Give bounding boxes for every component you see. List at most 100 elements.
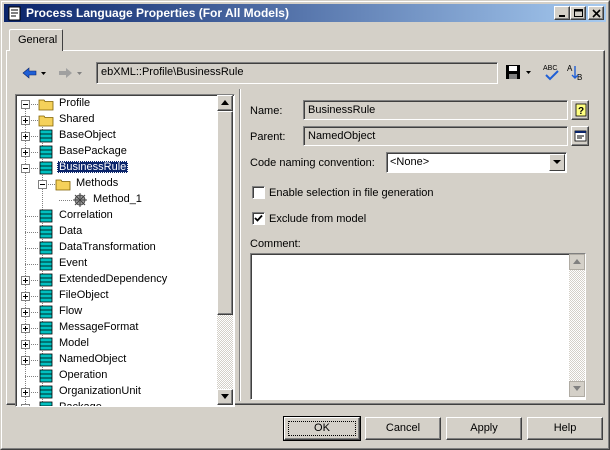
- svg-text:ABC: ABC: [543, 65, 557, 72]
- tree-item[interactable]: Shared: [16, 112, 216, 128]
- tree-item-label: FileObject: [59, 289, 109, 301]
- object-path-field[interactable]: ebXML::Profile\BusinessRule: [96, 62, 498, 84]
- code-naming-label: Code naming convention:: [250, 157, 375, 169]
- tree-scrollbar[interactable]: [217, 95, 233, 405]
- metaclass-icon: [39, 241, 53, 255]
- tree-item-label: DataTransformation: [59, 241, 156, 253]
- expand-icon[interactable]: [21, 148, 30, 157]
- ok-button[interactable]: OK: [283, 416, 361, 441]
- comment-scrollbar[interactable]: [569, 254, 585, 397]
- profile-tree[interactable]: Profile Shared BaseObject BasePackage Busine…: [15, 94, 235, 407]
- tree-item[interactable]: Event: [16, 256, 216, 272]
- folder-icon: [38, 99, 54, 111]
- tree-connector: [25, 216, 38, 217]
- tree-item-label: BasePackage: [59, 145, 127, 157]
- expand-icon[interactable]: [21, 404, 30, 406]
- tree-item[interactable]: DataTransformation: [16, 240, 216, 256]
- tree-item-label: Operation: [59, 369, 108, 381]
- collapse-icon[interactable]: [21, 100, 30, 109]
- expand-icon[interactable]: [21, 356, 30, 365]
- tree-item-label: MessageFormat: [59, 321, 139, 333]
- tree-item[interactable]: BusinessRule: [16, 160, 216, 176]
- tree-scroll-down[interactable]: [217, 389, 233, 405]
- properties-icon: [574, 130, 587, 142]
- spell-check-icon: ABC: [543, 65, 559, 81]
- metaclass-icon: [39, 273, 53, 287]
- expand-icon[interactable]: [21, 132, 30, 141]
- save-button[interactable]: [505, 64, 535, 82]
- cancel-button[interactable]: Cancel: [365, 417, 441, 440]
- tree-scroll-up[interactable]: [217, 95, 233, 111]
- metaclass-icon: [39, 289, 53, 303]
- tree-item[interactable]: Data: [16, 224, 216, 240]
- tree-item[interactable]: Package: [16, 400, 216, 406]
- tree-item-label: Method_1: [93, 193, 142, 205]
- spell-check-button[interactable]: ABC: [542, 63, 562, 81]
- name-info-button[interactable]: ?: [571, 100, 589, 120]
- collapse-icon[interactable]: [21, 164, 30, 173]
- tree-item[interactable]: BaseObject: [16, 128, 216, 144]
- close-icon: [592, 9, 601, 18]
- parent-properties-button[interactable]: [571, 126, 589, 146]
- sort-button[interactable]: A B: [566, 63, 588, 82]
- arrow-down-icon: [221, 394, 229, 399]
- tree-item-label: BusinessRule: [57, 161, 129, 173]
- help-button[interactable]: Help: [527, 417, 603, 440]
- tree-item[interactable]: OrganizationUnit: [16, 384, 216, 400]
- tree-item[interactable]: Methods: [16, 176, 216, 192]
- tree-item[interactable]: NamedObject: [16, 352, 216, 368]
- expand-icon[interactable]: [21, 116, 30, 125]
- comment-scroll-up[interactable]: [569, 254, 585, 270]
- tree-item-label: BaseObject: [59, 129, 116, 141]
- parent-field[interactable]: NamedObject: [303, 126, 568, 146]
- close-button[interactable]: [588, 6, 604, 20]
- tree-connector: [25, 376, 38, 377]
- comment-scroll-down[interactable]: [569, 381, 585, 397]
- collapse-icon[interactable]: [38, 180, 47, 189]
- enable-selection-checkbox[interactable]: [252, 186, 265, 199]
- tree-item[interactable]: Method_1: [16, 192, 216, 208]
- tree-item-label: OrganizationUnit: [59, 385, 141, 397]
- expand-icon[interactable]: [21, 308, 30, 317]
- svg-text:A: A: [567, 64, 573, 73]
- name-field[interactable]: BusinessRule: [303, 100, 568, 120]
- metaclass-icon: [39, 257, 53, 271]
- tree-item-label: Correlation: [59, 209, 113, 221]
- tab-general[interactable]: General: [9, 29, 63, 51]
- tree-scroll-thumb[interactable]: [217, 111, 233, 315]
- help-label: Help: [553, 422, 577, 434]
- expand-icon[interactable]: [21, 276, 30, 285]
- metaclass-icon: [39, 321, 53, 335]
- minimize-button[interactable]: [554, 6, 570, 20]
- metaclass-icon: [39, 305, 53, 319]
- title-bar[interactable]: Process Language Properties (For All Mod…: [4, 4, 606, 22]
- forward-button[interactable]: [57, 65, 83, 83]
- cancel-label: Cancel: [385, 422, 421, 434]
- tree-item[interactable]: Operation: [16, 368, 216, 384]
- code-naming-dropdown-button[interactable]: [549, 154, 565, 171]
- expand-icon[interactable]: [21, 292, 30, 301]
- expand-icon[interactable]: [21, 324, 30, 333]
- question-mark-icon: ?: [575, 103, 587, 117]
- tree-item[interactable]: MessageFormat: [16, 320, 216, 336]
- tree-item[interactable]: FileObject: [16, 288, 216, 304]
- expand-icon[interactable]: [21, 340, 30, 349]
- maximize-button[interactable]: [570, 6, 586, 20]
- back-button[interactable]: [21, 65, 47, 83]
- tree-item[interactable]: Model: [16, 336, 216, 352]
- apply-button[interactable]: Apply: [446, 417, 522, 440]
- expand-icon[interactable]: [21, 388, 30, 397]
- tree-item[interactable]: Profile: [16, 96, 216, 112]
- exclude-from-model-checkbox[interactable]: [252, 212, 265, 225]
- comment-textarea[interactable]: [250, 253, 586, 400]
- tree-item[interactable]: Correlation: [16, 208, 216, 224]
- tree-item[interactable]: BasePackage: [16, 144, 216, 160]
- svg-text:B: B: [577, 73, 582, 81]
- tree-item[interactable]: ExtendedDependency: [16, 272, 216, 288]
- object-path-text: ebXML::Profile\BusinessRule: [101, 66, 244, 78]
- metaclass-icon: [39, 209, 53, 223]
- code-naming-select[interactable]: <None>: [386, 152, 567, 173]
- sort-az-icon: A B: [567, 64, 582, 82]
- tree-item[interactable]: Flow: [16, 304, 216, 320]
- pane-divider[interactable]: [239, 89, 241, 401]
